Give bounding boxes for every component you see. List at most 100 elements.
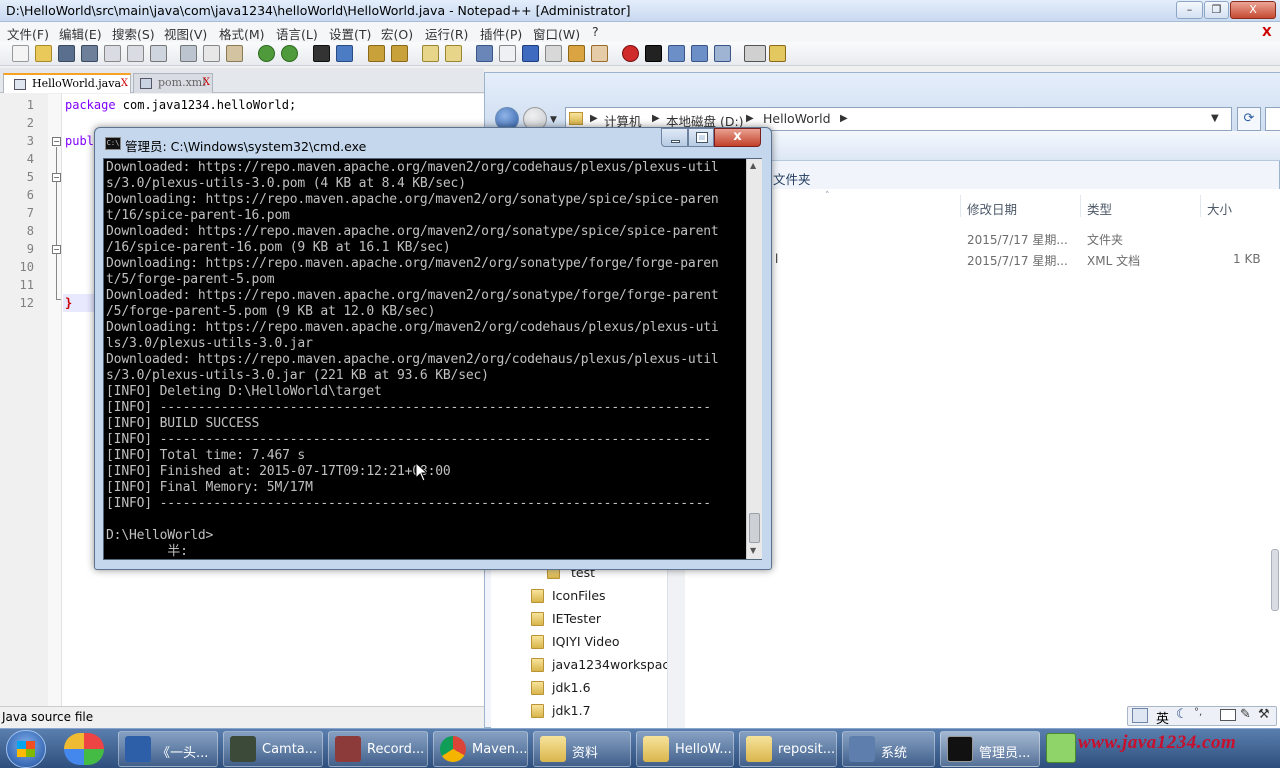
npp-close-button[interactable]: X — [1230, 1, 1276, 19]
column-header-type[interactable]: 类型 — [1087, 199, 1112, 218]
menu-plugins[interactable]: 插件(P) — [480, 24, 522, 43]
tree-item-iqiyi-video[interactable]: IQIYI Video — [552, 634, 620, 649]
tab-close-icon[interactable]: X — [203, 74, 210, 92]
replace-icon[interactable] — [336, 45, 353, 62]
punct-icon[interactable]: °, — [1194, 707, 1202, 718]
taskbar-item-recorder[interactable]: Record... — [328, 731, 428, 767]
refresh-icon[interactable]: ⟳ — [1237, 107, 1261, 131]
taskbar-item-folder-repository[interactable]: reposit... — [739, 731, 837, 767]
tab-helloworld-java[interactable]: HelloWorld.java X — [3, 73, 131, 93]
tree-scrollbar[interactable] — [667, 553, 685, 729]
scroll-down-icon[interactable]: ▼ — [750, 546, 756, 555]
run-macro-multiple-icon[interactable] — [691, 45, 708, 62]
fold-toggle-icon[interactable]: − — [52, 137, 61, 146]
tree-item-ietester[interactable]: IETester — [552, 611, 601, 626]
tree-item-iconfiles[interactable]: IconFiles — [552, 588, 606, 603]
recent-pages-icon[interactable]: ▼ — [550, 115, 557, 125]
close-file-icon[interactable] — [104, 45, 121, 62]
show-symbols-icon[interactable] — [499, 45, 516, 62]
npp-minimize-button[interactable]: – — [1176, 1, 1203, 19]
taskbar-item-word[interactable]: 《一头... — [118, 731, 218, 767]
indent-guide-icon[interactable] — [522, 45, 539, 62]
file-list[interactable]: ˄ 修改日期 类型 大小 2015/7/17 星期... 文件夹 l 2015/… — [685, 189, 1280, 729]
fold-toggle-icon[interactable]: − — [52, 173, 61, 182]
sync-v-icon[interactable] — [422, 45, 439, 62]
npp-maximize-button[interactable]: ❐ — [1204, 1, 1229, 19]
pinwheel-app-icon[interactable] — [64, 733, 104, 765]
taskbar-item-folder-ziliao[interactable]: 资料 — [533, 731, 631, 767]
menu-close-doc-icon[interactable]: X — [1262, 24, 1272, 39]
address-dropdown-icon[interactable]: ▼ — [1211, 113, 1219, 124]
find-icon[interactable] — [313, 45, 330, 62]
ime-mode-icon[interactable] — [1132, 708, 1148, 723]
taskbar-item-chrome[interactable]: Maven... — [433, 731, 528, 767]
column-header-size[interactable]: 大小 — [1207, 199, 1232, 218]
menu-settings[interactable]: 设置(T) — [329, 24, 371, 43]
tree-item-jdk17[interactable]: jdk1.7 — [552, 703, 591, 718]
npp-title-bar[interactable]: D:\HelloWorld\src\main\java\com\java1234… — [0, 0, 1280, 22]
cmd-title-bar[interactable]: C:\ 管理员: C:\Windows\system32\cmd.exe x — [95, 128, 771, 158]
close-all-icon[interactable] — [127, 45, 144, 62]
copy-icon[interactable] — [203, 45, 220, 62]
scroll-up-icon[interactable]: ▲ — [750, 161, 756, 170]
record-macro-icon[interactable] — [622, 45, 639, 62]
cmd-maximize-button[interactable] — [688, 128, 714, 147]
breadcrumb-helloworld[interactable]: HelloWorld — [763, 111, 831, 126]
print-icon[interactable] — [150, 45, 167, 62]
cmd-minimize-button[interactable] — [661, 128, 688, 147]
console-area[interactable]: Downloaded: https://repo.maven.apache.or… — [103, 158, 762, 560]
stop-macro-icon[interactable] — [645, 45, 662, 62]
menu-window[interactable]: 窗口(W) — [533, 24, 580, 43]
list-scrollbar-thumb[interactable] — [1271, 549, 1279, 611]
notepadpp-icon[interactable] — [1046, 733, 1076, 763]
table-row[interactable]: 2015/7/17 星期... 文件夹 — [685, 229, 1280, 249]
column-header-date[interactable]: 修改日期 — [967, 199, 1017, 218]
tree-item-jdk16[interactable]: jdk1.6 — [552, 680, 591, 695]
cut-icon[interactable] — [180, 45, 197, 62]
taskbar-item-folder-helloworld[interactable]: HelloW... — [636, 731, 734, 767]
tree-item-java1234workspace[interactable]: java1234workspace — [552, 657, 677, 672]
settings-icon[interactable]: ⚒ — [1258, 707, 1270, 722]
start-button[interactable] — [6, 730, 46, 768]
play-macro-icon[interactable] — [668, 45, 685, 62]
zoom-in-icon[interactable] — [368, 45, 385, 62]
undo-icon[interactable] — [258, 45, 275, 62]
cmd-close-button[interactable]: x — [714, 128, 761, 147]
menu-format[interactable]: 格式(M) — [219, 24, 265, 43]
menu-run[interactable]: 运行(R) — [425, 24, 468, 43]
paste-icon[interactable] — [226, 45, 243, 62]
fold-toggle-icon[interactable]: − — [52, 245, 61, 254]
console-scrollbar[interactable]: ▲ ▼ — [746, 159, 762, 559]
search-box[interactable] — [1265, 107, 1280, 131]
menu-edit[interactable]: 编辑(E) — [59, 24, 102, 43]
moon-icon[interactable]: ☾ — [1176, 707, 1188, 722]
ime-lang-label[interactable]: 英 — [1156, 708, 1169, 727]
menu-file[interactable]: 文件(F) — [7, 24, 49, 43]
new-folder-button[interactable]: 文件夹 — [773, 169, 811, 188]
spell-check-icon[interactable] — [744, 45, 766, 62]
save-icon[interactable] — [58, 45, 75, 62]
table-row[interactable]: l 2015/7/17 星期... XML 文档 1 KB — [685, 250, 1280, 270]
save-macro-icon[interactable] — [714, 45, 731, 62]
new-file-icon[interactable] — [12, 45, 29, 62]
scrollbar-thumb[interactable] — [749, 513, 760, 543]
taskbar-item-camtasia[interactable]: Camta... — [223, 731, 323, 767]
tab-close-icon[interactable]: X — [121, 75, 128, 93]
zoom-out-icon[interactable] — [391, 45, 408, 62]
taskbar-item-cmd[interactable]: 管理员... — [940, 731, 1040, 767]
lang-icon[interactable] — [545, 45, 562, 62]
menu-search[interactable]: 搜索(S) — [112, 24, 155, 43]
open-file-icon[interactable] — [35, 45, 52, 62]
keyboard-icon[interactable] — [1220, 709, 1236, 721]
plugin-icon[interactable] — [769, 45, 786, 62]
tab-pom-xml[interactable]: pom.xml X — [133, 73, 213, 93]
redo-icon[interactable] — [281, 45, 298, 62]
save-all-icon[interactable] — [81, 45, 98, 62]
taskbar-item-system[interactable]: 系统 — [842, 731, 935, 767]
menu-view[interactable]: 视图(V) — [164, 24, 207, 43]
folder-icon[interactable] — [568, 45, 585, 62]
menu-language[interactable]: 语言(L) — [276, 24, 318, 43]
tools-icon[interactable]: ✎ — [1240, 707, 1251, 722]
word-wrap-icon[interactable] — [476, 45, 493, 62]
doc-map-icon[interactable] — [591, 45, 608, 62]
